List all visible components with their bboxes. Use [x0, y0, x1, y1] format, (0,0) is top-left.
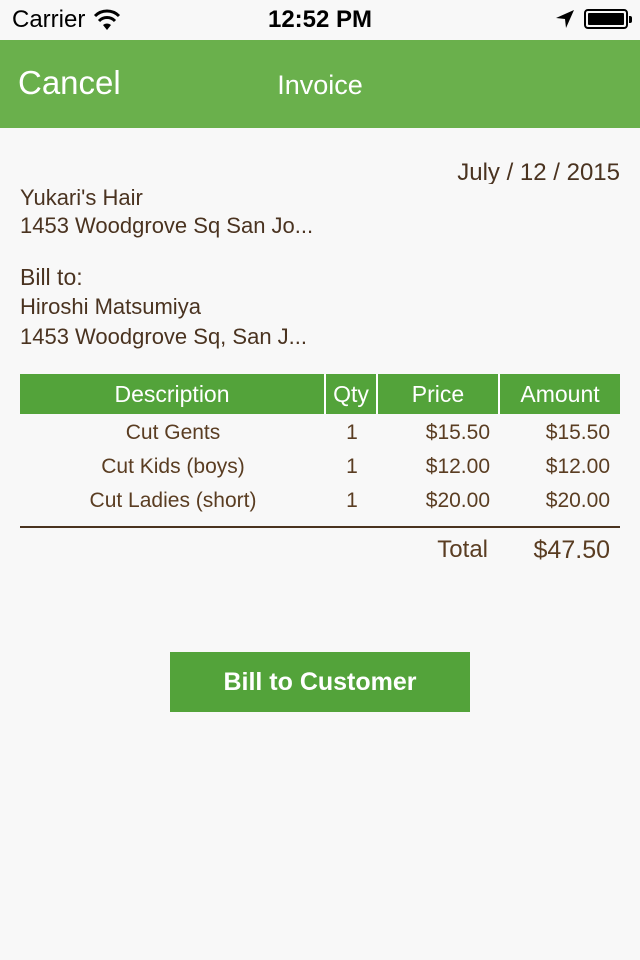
- nav-bar: Cancel Invoice: [0, 40, 640, 128]
- header-description: Description: [20, 374, 326, 414]
- table-row: Cut Ladies (short) 1 $20.00 $20.00: [20, 484, 620, 518]
- business-info: Yukari's Hair 1453 Woodgrove Sq San Jo..…: [20, 184, 313, 240]
- total-label: Total: [437, 536, 488, 563]
- table-row: Cut Gents 1 $15.50 $15.50: [20, 416, 620, 450]
- page-title: Invoice: [277, 70, 363, 100]
- status-right: [554, 8, 632, 30]
- status-time: 12:52 PM: [267, 6, 373, 33]
- invoice-date: July / 12 / 2015: [457, 159, 620, 184]
- cell-description: Cut Ladies (short): [89, 489, 257, 512]
- battery-icon: [584, 9, 632, 29]
- header-price: Price: [378, 374, 500, 414]
- customer-name: Hiroshi Matsumiya: [20, 294, 201, 319]
- cell-qty: 1: [346, 455, 358, 478]
- cell-amount: $20.00: [545, 489, 610, 512]
- cell-amount: $12.00: [545, 455, 610, 478]
- location-arrow-icon: [556, 10, 574, 28]
- bill-to-customer-button[interactable]: Bill to Customer: [170, 652, 470, 712]
- table-header: Description Qty Price Amount: [20, 374, 620, 414]
- total-row: Total $47.50: [20, 528, 620, 572]
- bill-to-info: Bill to: Hiroshi Matsumiya 1453 Woodgrov…: [20, 262, 307, 352]
- battery-tip: [629, 16, 632, 23]
- cell-description: Cut Kids (boys): [101, 455, 245, 478]
- business-address: 1453 Woodgrove Sq San Jo...: [20, 213, 314, 238]
- header-amount: Amount: [500, 374, 620, 414]
- invoice-table: Description Qty Price Amount Cut Gents 1…: [20, 374, 620, 572]
- cell-price: $15.50: [425, 421, 490, 444]
- table-body: Cut Gents 1 $15.50 $15.50 Cut Kids (boys…: [20, 414, 620, 518]
- total-value: $47.50: [533, 535, 610, 564]
- battery-fill: [588, 13, 624, 25]
- cell-description: Cut Gents: [125, 421, 221, 444]
- customer-address: 1453 Woodgrove Sq, San J...: [20, 324, 307, 349]
- cell-qty: 1: [346, 489, 358, 512]
- status-bar: Carrier 12:52 PM: [0, 0, 640, 40]
- cell-price: $20.00: [425, 489, 490, 512]
- cell-qty: 1: [346, 421, 358, 444]
- cell-amount: $15.50: [545, 421, 610, 444]
- table-row: Cut Kids (boys) 1 $12.00 $12.00: [20, 450, 620, 484]
- business-name: Yukari's Hair: [20, 185, 143, 210]
- cell-price: $12.00: [425, 455, 490, 478]
- bill-to-label: Bill to:: [20, 264, 83, 290]
- header-qty: Qty: [326, 374, 378, 414]
